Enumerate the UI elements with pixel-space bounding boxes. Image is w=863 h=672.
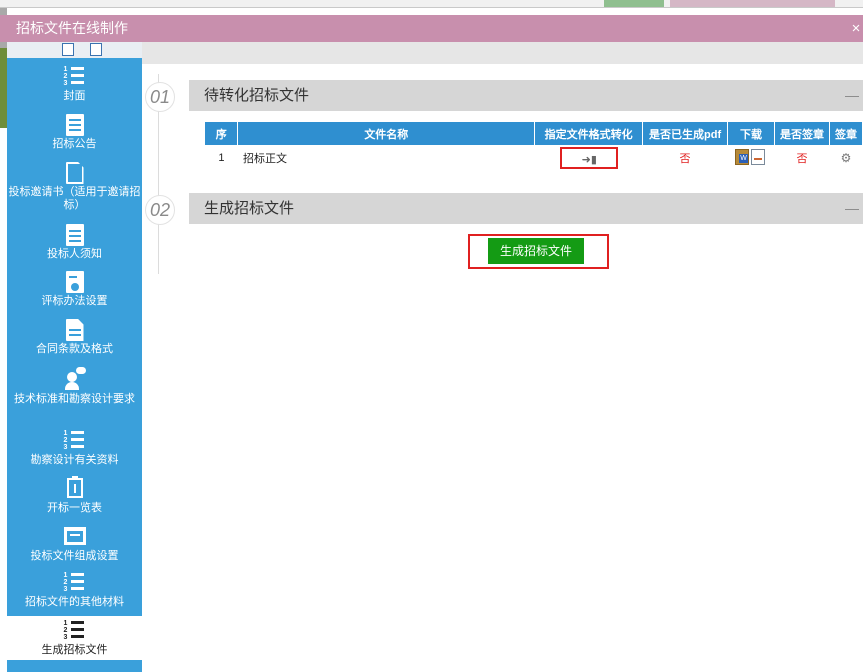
gear-icon[interactable]: ⚙ <box>841 151 852 165</box>
upload-clipboard-icon <box>63 476 87 500</box>
import-icon: ➜▮ <box>581 153 597 166</box>
sidebar-item-label: 招标公告 <box>52 138 97 150</box>
preview-icon[interactable] <box>90 43 102 56</box>
cell-sign: ⚙ <box>829 145 862 170</box>
sidebar-toolbar <box>7 42 142 58</box>
zb-document-icon <box>65 162 84 184</box>
col-header-signed: 是否签章 <box>774 122 830 145</box>
taskbar-tab[interactable] <box>604 0 664 7</box>
taskbar-tab[interactable] <box>720 0 780 7</box>
download-links <box>733 148 769 167</box>
sidebar-item-label: 招标文件的其他材料 <box>25 596 124 608</box>
settings-document-icon <box>65 271 84 293</box>
dialog-title: 招标文件在线制作 <box>16 20 128 36</box>
table-row: 1 招标正文 ➜▮ 否 否 ⚙ <box>205 145 863 170</box>
sidebar-item-contract-terms[interactable]: 合同条款及格式 <box>7 319 142 361</box>
section-header-generate: 生成招标文件 — <box>189 193 863 224</box>
section-title: 待转化招标文件 <box>204 87 310 104</box>
document-icon <box>65 319 84 341</box>
sidebar-item-invitation[interactable]: 投标邀请书（适用于邀请招标） <box>7 162 142 218</box>
col-header-convert: 指定文件格式转化 <box>534 122 644 145</box>
cell-pdf-generated: 否 <box>679 152 691 165</box>
sidebar-item-tender-notice[interactable]: 招标公告 <box>7 114 142 156</box>
collapse-icon[interactable]: — <box>845 193 859 224</box>
user-comment-icon <box>63 367 87 391</box>
cell-download <box>728 145 775 170</box>
numbered-list-icon: 1 2 3 <box>63 618 87 642</box>
outline-icon[interactable] <box>62 43 74 56</box>
sidebar-item-label: 生成招标文件 <box>41 644 108 656</box>
col-header-filename: 文件名称 <box>237 122 536 145</box>
sidebar-item-other-materials[interactable]: 1 2 3 招标文件的其他材料 <box>7 570 142 612</box>
sidebar-item-label: 评标办法设置 <box>41 295 108 307</box>
sidebar-item-label: 合同条款及格式 <box>36 343 113 355</box>
step-number: 01 <box>145 82 175 112</box>
word-download-icon[interactable] <box>735 148 749 165</box>
generate-tender-file-button[interactable]: 生成招标文件 <box>488 238 584 264</box>
cell-signed: 否 <box>796 152 808 165</box>
section-title: 生成招标文件 <box>204 200 295 217</box>
table-header-row: 序 文件名称 指定文件格式转化 是否已生成pdf 下载 是否签章 签章 <box>205 122 863 145</box>
pending-files-table: 序 文件名称 指定文件格式转化 是否已生成pdf 下载 是否签章 签章 1 招标… <box>205 122 863 170</box>
section-header-pending: 待转化招标文件 — <box>189 80 863 111</box>
sidebar-item-bidder-instructions[interactable]: 投标人须知 <box>7 224 142 266</box>
col-header-sign: 签章 <box>829 122 863 145</box>
document-icon <box>65 114 84 136</box>
sidebar-item-evaluation-settings[interactable]: 评标办法设置 <box>7 271 142 313</box>
numbered-list-icon: 1 2 3 <box>63 428 87 452</box>
sidebar-item-generate[interactable]: 1 2 3 生成招标文件 <box>7 616 142 660</box>
sidebar-item-label: 投标邀请书（适用于邀请招标） <box>8 186 141 211</box>
col-header-index: 序 <box>205 122 239 145</box>
sidebar-item-bid-opening-table[interactable]: 开标一览表 <box>7 476 142 518</box>
col-header-pdf: 是否已生成pdf <box>642 122 729 145</box>
sidebar-item-cover[interactable]: 1 2 3 封面 <box>7 64 142 108</box>
cell-filename: 招标正文 <box>242 152 287 165</box>
numbered-list-icon: 1 2 3 <box>63 570 87 594</box>
background-edge <box>0 48 7 128</box>
cell-convert: ➜▮ <box>535 145 643 170</box>
content-toolbar <box>142 42 863 64</box>
sidebar-item-label: 开标一览表 <box>47 502 102 514</box>
generate-button-highlight: 生成招标文件 <box>468 234 609 269</box>
pdf-download-icon[interactable] <box>751 148 765 165</box>
main-content: 01 待转化招标文件 — 序 文件名称 指定文件格式转化 是否已生成pdf 下载… <box>142 42 863 672</box>
cell-index: 1 <box>218 151 225 164</box>
taskbar-tab[interactable] <box>775 0 835 7</box>
dialog-titlebar: 招标文件在线制作 × <box>0 15 863 42</box>
sidebar: 1 2 3 封面 招标公告 投标邀请书（适用于邀请招标） 投标人须知 评标办法设… <box>7 42 142 672</box>
os-taskbar-strip <box>0 0 863 8</box>
sidebar-item-bid-composition[interactable]: 投标文件组成设置 <box>7 524 142 566</box>
sidebar-item-survey-materials[interactable]: 1 2 3 勘察设计有关资料 <box>7 428 142 470</box>
sidebar-item-label: 投标文件组成设置 <box>30 550 119 562</box>
numbered-list-icon: 1 2 3 <box>63 64 87 88</box>
convert-format-button[interactable]: ➜▮ <box>559 146 618 169</box>
sidebar-item-label: 技术标准和勘察设计要求 <box>14 393 135 405</box>
sidebar-item-label: 封面 <box>63 90 86 102</box>
close-icon[interactable]: × <box>849 15 863 42</box>
step-number: 02 <box>145 195 175 225</box>
col-header-download: 下载 <box>727 122 775 145</box>
sidebar-item-label: 勘察设计有关资料 <box>30 454 119 466</box>
document-icon <box>65 224 84 246</box>
sidebar-item-label: 投标人须知 <box>47 248 102 260</box>
collapse-icon[interactable]: — <box>845 80 859 111</box>
image-edit-icon <box>63 524 87 548</box>
sidebar-item-technical-standards[interactable]: 技术标准和勘察设计要求 <box>7 367 142 421</box>
